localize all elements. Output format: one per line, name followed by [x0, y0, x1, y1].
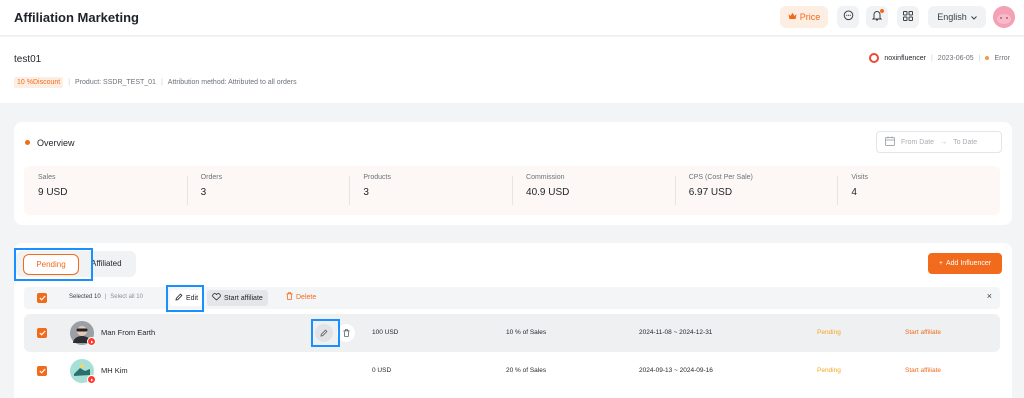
section-dot — [25, 140, 30, 145]
stat-label: Visits — [851, 174, 868, 181]
budget-cell: 0 USD — [372, 367, 392, 374]
plus-icon: + — [938, 260, 943, 267]
calendar-icon — [885, 136, 895, 148]
status-dot — [985, 56, 990, 60]
price-label: Price — [799, 12, 821, 22]
budget-cell: 100 USD — [372, 329, 399, 336]
table-row[interactable]: Man From Earth 100 USD 10 % of Sales 202… — [24, 314, 1000, 352]
period-cell: 2024-09-13 ~ 2024-09-16 — [639, 367, 713, 374]
app-title: Affiliation Marketing — [14, 10, 139, 25]
youtube-icon — [87, 375, 96, 384]
top-bar: Affiliation Marketing Price English — [0, 0, 1024, 36]
notifications-button[interactable] — [866, 6, 888, 28]
campaign-name: test01 — [14, 54, 42, 65]
overview-card: Overview From Date → To Date Sales 9 USD… — [14, 122, 1012, 225]
apps-button[interactable] — [897, 6, 919, 28]
divider: | — [104, 294, 107, 300]
stat-visits: Visits 4 — [837, 166, 1000, 215]
influencer-name[interactable]: MH Kim — [101, 366, 128, 375]
table-row[interactable]: MH Kim 0 USD 20 % of Sales 2024-09-13 ~ … — [24, 352, 1000, 390]
youtube-icon — [87, 337, 96, 346]
brand-logo-icon — [869, 53, 880, 63]
divider: | — [978, 54, 981, 62]
row-checkbox[interactable] — [37, 328, 47, 338]
bulk-start-affiliate-button[interactable]: Start affiliate — [207, 290, 268, 306]
selection-summary: Selected 10 | Select all 10 — [69, 294, 143, 300]
stat-products: Products 3 — [349, 166, 512, 215]
date-to[interactable]: To Date — [953, 139, 977, 146]
selected-count: Selected 10 — [69, 294, 101, 300]
highlight-box — [311, 319, 340, 347]
highlight-box — [14, 248, 93, 281]
add-influencer-label: Add Influencer — [945, 260, 992, 267]
campaign-info: noxinfluencer | 2023-06-05 | Error — [869, 53, 1010, 63]
commission-cell: 20 % of Sales — [506, 367, 547, 374]
stat-label: Commission — [526, 174, 565, 181]
stat-value: 3 — [200, 187, 207, 198]
bulk-delete-button[interactable]: Delete — [286, 292, 316, 302]
stat-label: Products — [363, 174, 391, 181]
trash-icon — [343, 324, 350, 342]
row-checkbox[interactable] — [37, 366, 47, 376]
stat-sales: Sales 9 USD — [24, 166, 187, 215]
trash-icon — [286, 292, 293, 302]
crown-icon — [788, 12, 797, 22]
stat-label: CPS (Cost Per Sale) — [688, 174, 753, 181]
chevron-down-icon — [970, 12, 977, 22]
brand-name: noxinfluencer — [884, 54, 926, 62]
influencer-avatar — [70, 359, 96, 384]
language-value: English — [937, 12, 967, 22]
start-affiliate-link[interactable]: Start affiliate — [905, 367, 941, 374]
influencer-name[interactable]: Man From Earth — [101, 328, 155, 337]
tab-affiliated[interactable]: Affiliated — [91, 259, 122, 268]
handshake-icon — [212, 293, 221, 303]
campaign-date: 2023-06-05 — [937, 54, 974, 62]
add-influencer-button[interactable]: + Add Influencer — [928, 253, 1002, 274]
status-cell: Pending — [817, 367, 841, 374]
language-select[interactable]: English — [928, 6, 986, 28]
date-from[interactable]: From Date — [901, 139, 934, 146]
user-avatar[interactable] — [993, 6, 1015, 28]
select-all-checkbox[interactable] — [37, 293, 47, 303]
notification-dot — [880, 9, 884, 13]
select-all-link[interactable]: Select all 10 — [110, 294, 143, 300]
stats-panel: Sales 9 USD Orders 3 Products 3 Commissi… — [24, 166, 1000, 215]
stat-label: Sales — [38, 174, 56, 181]
start-affiliate-link[interactable]: Start affiliate — [905, 329, 941, 336]
stat-value: 9 USD — [38, 187, 68, 198]
divider: | — [930, 54, 933, 62]
campaign-meta: 10 %Discount | Product: SSDR_TEST_01 | A… — [14, 77, 297, 88]
stat-value: 4 — [851, 187, 857, 198]
close-icon[interactable]: × — [987, 291, 992, 301]
commission-cell: 10 % of Sales — [506, 329, 547, 336]
highlight-box — [166, 285, 204, 312]
stat-cps: CPS (Cost Per Sale) 6.97 USD — [674, 166, 838, 215]
stat-value: 6.97 USD — [688, 187, 733, 198]
campaign-status: Error — [994, 54, 1010, 62]
grid-icon — [903, 8, 913, 26]
divider: | — [160, 79, 163, 86]
chat-icon — [843, 8, 854, 26]
stat-value: 40.9 USD — [526, 187, 570, 198]
discount-tag: 10 %Discount — [14, 77, 64, 88]
campaign-attribution: Attribution method: Attributed to all or… — [167, 79, 297, 86]
stat-value: 3 — [363, 187, 369, 198]
bulk-start-label: Start affiliate — [224, 294, 263, 302]
influencer-avatar — [70, 321, 96, 346]
chat-button[interactable] — [837, 6, 859, 28]
period-cell: 2024-11-08 ~ 2024-12-31 — [639, 329, 713, 336]
date-range-arrow-icon: → — [940, 138, 948, 146]
stat-commission: Commission 40.9 USD — [512, 166, 675, 215]
status-cell: Pending — [817, 329, 841, 336]
overview-title: Overview — [37, 138, 75, 148]
stat-orders: Orders 3 — [186, 166, 350, 215]
price-button[interactable]: Price — [780, 6, 828, 28]
date-range-picker[interactable]: From Date → To Date — [876, 131, 1002, 153]
divider: | — [68, 79, 71, 86]
campaign-header: test01 10 %Discount | Product: SSDR_TEST… — [0, 37, 1024, 103]
campaign-product: Product: SSDR_TEST_01 — [75, 79, 156, 86]
stat-label: Orders — [200, 174, 223, 181]
bulk-delete-label: Delete — [296, 293, 317, 301]
influencer-list-card: Pending Affiliated + Add Influencer Sele… — [14, 243, 1012, 398]
